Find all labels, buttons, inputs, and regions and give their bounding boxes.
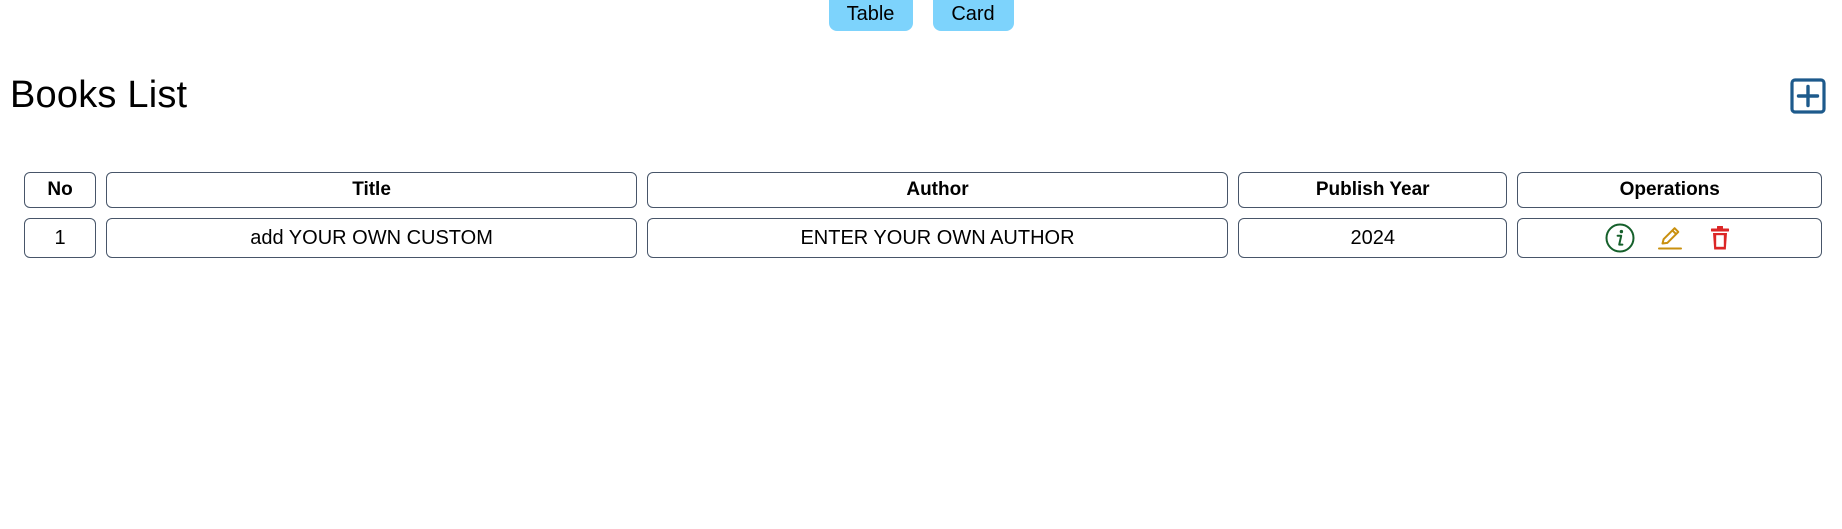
info-circle-icon[interactable] [1604,222,1636,254]
cell-publish-year: 2024 [1237,218,1508,258]
table-header-row: No Title Author Publish Year Operations [24,172,1822,208]
header-publish-year: Publish Year [1237,172,1508,208]
view-toggle: Table Card [0,0,1842,31]
header-title: Title [106,172,637,208]
header-operations: Operations [1517,172,1822,208]
page-title: Books List [10,74,188,116]
cell-title: add YOUR OWN CUSTOM [106,218,637,258]
cell-author: ENTER YOUR OWN AUTHOR [647,218,1228,258]
cell-operations [1517,218,1822,258]
operations-group [1518,219,1821,257]
table-body: 1 add YOUR OWN CUSTOM ENTER YOUR OWN AUT… [24,218,1822,258]
pencil-edit-icon[interactable] [1654,222,1686,254]
books-table: No Title Author Publish Year Operations … [14,162,1832,268]
table-row: 1 add YOUR OWN CUSTOM ENTER YOUR OWN AUT… [24,218,1822,258]
table-header: No Title Author Publish Year Operations [24,172,1822,208]
plus-square-icon [1790,78,1826,114]
card-view-button[interactable]: Card [932,0,1014,31]
add-book-button[interactable] [1790,78,1826,114]
cell-no: 1 [24,218,97,258]
table-view-button[interactable]: Table [828,0,913,31]
header-no: No [24,172,97,208]
trash-delete-icon[interactable] [1704,222,1736,254]
header-author: Author [647,172,1228,208]
